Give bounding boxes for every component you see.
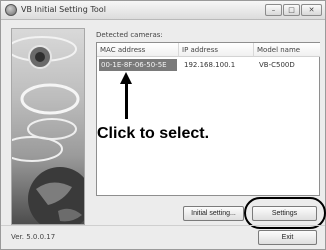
column-header-model[interactable]: Model name xyxy=(254,43,320,57)
camera-list[interactable]: MAC address IP address Model name 00-1E-… xyxy=(96,42,320,196)
window-title: VB Initial Setting Tool xyxy=(21,5,106,14)
camera-app-icon xyxy=(5,4,17,16)
maximize-icon[interactable]: □ xyxy=(283,4,300,16)
camera-row-model[interactable]: VB-C500D xyxy=(256,59,295,71)
version-label: Ver. 5.0.0.17 xyxy=(11,233,56,241)
close-icon[interactable]: ✕ xyxy=(301,4,322,16)
camera-row-ip[interactable]: 192.168.100.1 xyxy=(181,59,235,71)
callout-text: Click to select. xyxy=(97,125,210,142)
minimize-icon[interactable]: – xyxy=(265,4,282,16)
app-window: VB Initial Setting Tool – □ ✕ Detected c… xyxy=(0,0,326,250)
detected-cameras-label: Detected cameras: xyxy=(96,31,163,39)
title-bar[interactable]: VB Initial Setting Tool – □ ✕ xyxy=(1,1,325,20)
column-header-mac[interactable]: MAC address xyxy=(97,43,179,57)
exit-button[interactable]: Exit xyxy=(258,230,317,245)
banner-illustration xyxy=(11,28,85,225)
column-header-ip[interactable]: IP address xyxy=(179,43,254,57)
initial-setting-button[interactable]: Initial setting... xyxy=(183,206,244,221)
camera-row-mac[interactable]: 00-1E-8F-06-50-5E xyxy=(99,59,177,71)
arrow-shaft xyxy=(125,81,128,119)
footer-divider xyxy=(1,225,325,226)
